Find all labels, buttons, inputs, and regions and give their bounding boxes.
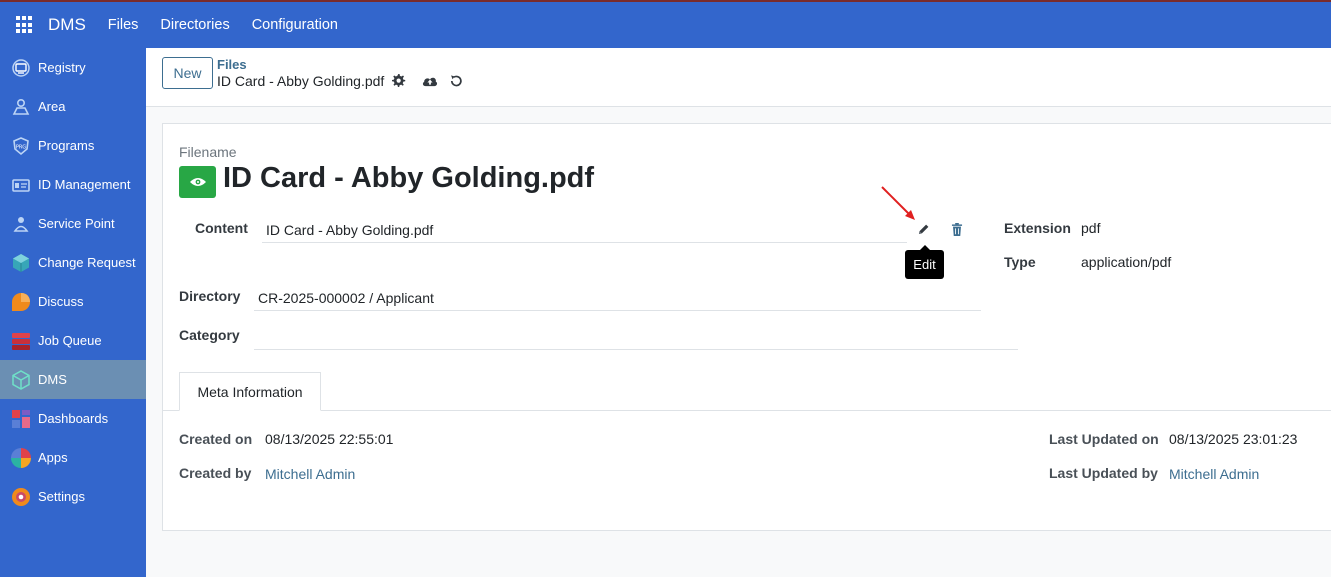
last-updated-by-label: Last Updated by (1049, 465, 1158, 481)
programs-icon: PRG (10, 135, 32, 157)
tab-bar-line (163, 410, 1331, 411)
extension-value: pdf (1081, 220, 1101, 236)
sidebar-item-settings[interactable]: Settings (0, 477, 146, 516)
sidebar-item-area[interactable]: Area (0, 87, 146, 126)
pencil-edit-icon[interactable] (917, 223, 931, 237)
type-value: application/pdf (1081, 254, 1172, 270)
created-by-label: Created by (179, 465, 252, 481)
apps-icon (10, 447, 32, 469)
brand-title[interactable]: DMS (48, 15, 86, 35)
last-updated-on-value: 08/13/2025 23:01:23 (1169, 431, 1298, 447)
preview-button[interactable] (179, 166, 216, 198)
sidebar-item-programs[interactable]: PRG Programs (0, 126, 146, 165)
id-management-icon (10, 174, 32, 196)
created-by-link[interactable]: Mitchell Admin (265, 466, 355, 482)
cloud-upload-icon[interactable] (422, 74, 438, 90)
dms-icon (10, 369, 32, 391)
sidebar-item-label: Job Queue (38, 333, 102, 348)
registry-icon (10, 57, 32, 79)
gear-icon[interactable] (392, 74, 408, 90)
sidebar-item-label: DMS (38, 372, 67, 387)
breadcrumb-current: ID Card - Abby Golding.pdf (217, 73, 385, 89)
directory-label: Directory (179, 288, 241, 304)
sidebar-item-dms[interactable]: DMS (0, 360, 146, 399)
eye-icon (189, 178, 206, 186)
breadcrumb-parent-link[interactable]: Files (217, 57, 247, 72)
created-on-label: Created on (179, 431, 253, 447)
created-on-value: 08/13/2025 22:55:01 (265, 431, 394, 447)
form-sheet: Filename ID Card - Abby Golding.pdf Cont… (162, 123, 1331, 531)
record-title[interactable]: ID Card - Abby Golding.pdf (223, 162, 594, 195)
sidebar-item-registry[interactable]: Registry (0, 48, 146, 87)
sidebar-item-label: Area (38, 99, 66, 114)
sidebar-item-label: Programs (38, 138, 95, 153)
last-updated-on-label: Last Updated on (1049, 431, 1159, 447)
edit-tooltip: Edit (905, 245, 944, 279)
sidebar-item-label: Change Request (38, 255, 136, 270)
sidebar-item-label: Settings (38, 489, 85, 504)
area-icon (10, 96, 32, 118)
sidebar-item-label: Dashboards (38, 411, 109, 426)
sidebar-item-discuss[interactable]: Discuss (0, 282, 146, 321)
sidebar-item-dashboards[interactable]: Dashboards (0, 399, 146, 438)
annotation-arrow-icon (881, 186, 915, 220)
dashboards-icon (10, 408, 32, 430)
top-navbar: DMS Files Directories Configuration (0, 0, 1331, 48)
type-label: Type (1004, 254, 1036, 270)
sidebar-item-id-management[interactable]: ID Management (0, 165, 146, 204)
discard-undo-icon[interactable] (449, 74, 465, 90)
settings-icon (10, 486, 32, 508)
sidebar-item-label: Apps (38, 450, 68, 465)
svg-text:PRG: PRG (16, 144, 26, 150)
sidebar-item-job-queue[interactable]: Job Queue (0, 321, 146, 360)
control-panel: New Files ID Card - Abby Golding.pdf (146, 48, 1331, 107)
nav-configuration[interactable]: Configuration (252, 17, 338, 33)
trash-icon[interactable] (951, 223, 965, 237)
category-label: Category (179, 327, 240, 343)
sidebar-item-change-request[interactable]: Change Request (0, 243, 146, 282)
sidebar-item-label: Discuss (38, 294, 84, 309)
change-request-icon (10, 252, 32, 274)
content-field-underline (262, 242, 907, 243)
filename-label: Filename (179, 144, 237, 160)
directory-field-underline (254, 310, 981, 311)
job-queue-icon (10, 330, 32, 352)
new-button[interactable]: New (162, 57, 213, 89)
content-value[interactable]: ID Card - Abby Golding.pdf (266, 222, 433, 238)
sidebar-item-label: Service Point (38, 216, 115, 231)
category-field-underline (254, 349, 1018, 350)
sidebar-item-apps[interactable]: Apps (0, 438, 146, 477)
discuss-icon (10, 291, 32, 313)
sidebar: Registry Area PRG Programs ID Management… (0, 48, 146, 577)
sidebar-item-label: Registry (38, 60, 86, 75)
sidebar-item-label: ID Management (38, 177, 131, 192)
content-label: Content (195, 220, 248, 236)
tab-meta-information[interactable]: Meta Information (179, 372, 321, 411)
last-updated-by-link[interactable]: Mitchell Admin (1169, 466, 1259, 482)
service-point-icon (10, 213, 32, 235)
nav-directories[interactable]: Directories (160, 17, 229, 33)
nav-files[interactable]: Files (108, 17, 139, 33)
sidebar-item-service-point[interactable]: Service Point (0, 204, 146, 243)
app-grid-icon[interactable] (16, 16, 34, 34)
extension-label: Extension (1004, 220, 1071, 236)
directory-value[interactable]: CR-2025-000002 / Applicant (258, 290, 434, 306)
